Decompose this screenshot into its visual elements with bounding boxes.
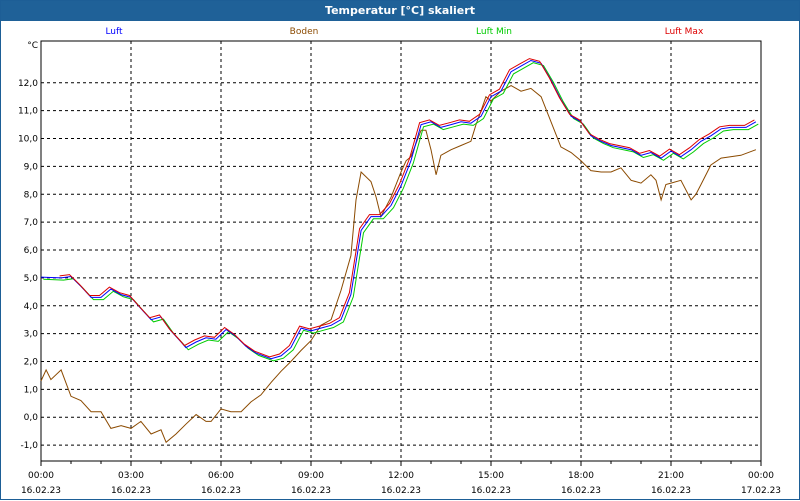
legend-luft: Luft: [105, 27, 123, 37]
x-tick-time: 00:00: [28, 471, 54, 481]
x-tick-time: 00:00: [748, 471, 774, 481]
x-tick-date: 16.02.23: [381, 486, 421, 496]
y-tick-label: 8,0: [24, 190, 39, 200]
y-tick-label: 1,0: [24, 385, 39, 395]
legend-boden: Boden: [290, 27, 319, 37]
y-tick-label: -1,0: [20, 441, 38, 451]
y-tick-label: 0,0: [24, 413, 39, 423]
y-tick-label: 2,0: [24, 358, 39, 368]
y-axis-label: °C: [27, 41, 38, 51]
x-tick-time: 06:00: [208, 471, 234, 481]
y-tick-label: 7,0: [24, 218, 39, 228]
x-tick-date: 17.02.23: [741, 486, 781, 496]
y-tick-label: 12,0: [18, 79, 38, 89]
x-tick-time: 09:00: [298, 471, 324, 481]
x-tick-time: 15:00: [478, 471, 504, 481]
x-tick-time: 18:00: [568, 471, 594, 481]
y-tick-label: 6,0: [24, 246, 39, 256]
legend-luft-max: Luft Max: [665, 27, 704, 37]
x-tick-date: 16.02.23: [651, 486, 691, 496]
y-tick-label: 4,0: [24, 302, 39, 312]
y-tick-label: 5,0: [24, 274, 39, 284]
y-tick-label: 10,0: [18, 135, 38, 145]
x-tick-time: 12:00: [388, 471, 414, 481]
x-tick-date: 16.02.23: [471, 486, 511, 496]
temperature-chart: -1,0 0,0 1,0 2,0 3,0 4,0 5,0 6,0 7,0 8,0 9,0 10,0 11…: [18, 27, 781, 496]
y-tick-label: 3,0: [24, 330, 39, 340]
x-tick-date: 16.02.23: [21, 486, 61, 496]
x-tick-time: 21:00: [658, 471, 684, 481]
x-tick-date: 16.02.23: [561, 486, 601, 496]
x-tick-date: 16.02.23: [291, 486, 331, 496]
y-tick-label: 9,0: [24, 162, 39, 172]
legend-luft-min: Luft Min: [476, 27, 512, 37]
x-tick-date: 16.02.23: [111, 486, 151, 496]
x-tick-date: 16.02.23: [201, 486, 241, 496]
x-tick-time: 03:00: [118, 471, 144, 481]
chart-window: Temperatur [°C] skaliert -1,0 0,0 1,0 2,0 3,…: [0, 0, 800, 500]
y-tick-label: 11,0: [18, 107, 38, 117]
